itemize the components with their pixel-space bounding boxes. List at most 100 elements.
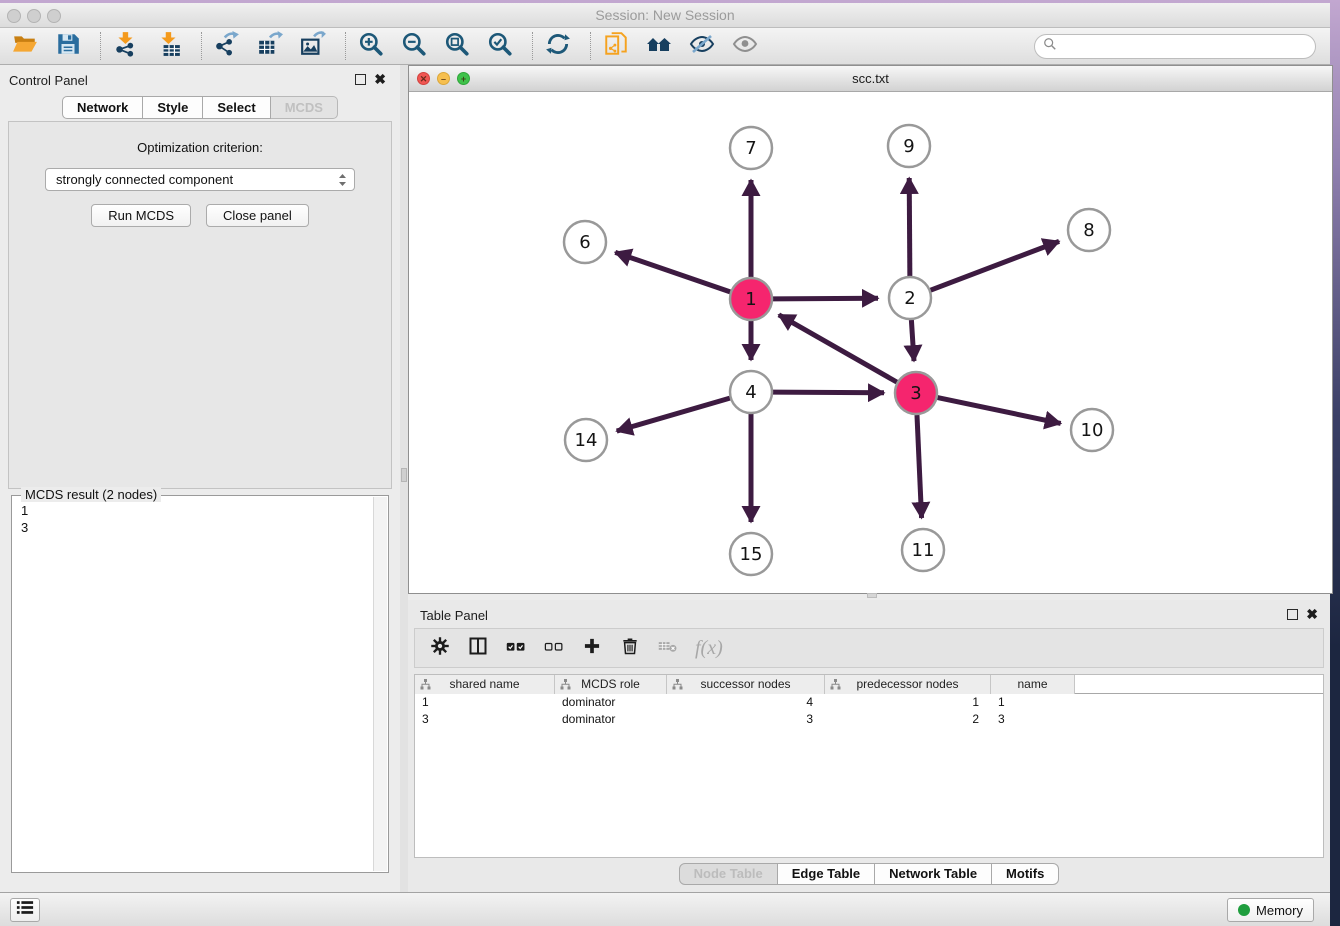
node-label: 9 [903, 136, 914, 157]
result-scrollbar[interactable] [373, 497, 387, 871]
column-header-predecessor-nodes[interactable]: predecessor nodes [825, 675, 991, 694]
tab-motifs[interactable]: Motifs [992, 863, 1059, 885]
node-label: 6 [579, 232, 590, 253]
tab-network-table[interactable]: Network Table [875, 863, 992, 885]
network-canvas[interactable]: 7 9 6 8 1 2 4 3 14 10 15 11 [409, 92, 1332, 594]
table-cell[interactable]: dominator [555, 711, 667, 728]
table-cell[interactable]: 3 [667, 711, 825, 728]
open-session-button[interactable] [10, 31, 40, 61]
export-image-button[interactable] [298, 31, 328, 61]
table-cell[interactable]: 1 [825, 694, 991, 711]
zoom-in-button[interactable] [356, 31, 386, 61]
zoom-fit-icon [444, 31, 470, 62]
zoom-selected-button[interactable] [485, 31, 515, 61]
float-panel-icon[interactable] [1287, 609, 1298, 620]
import-network-button[interactable] [111, 31, 141, 61]
graph-node-14[interactable]: 14 [565, 419, 607, 461]
close-panel-button[interactable]: Close panel [206, 204, 309, 227]
edge-2-8[interactable] [931, 241, 1060, 290]
search-box[interactable] [1034, 34, 1316, 59]
float-panel-icon[interactable] [355, 74, 366, 85]
task-history-button[interactable] [10, 898, 40, 922]
network-splitter-handle[interactable] [867, 593, 877, 598]
graph-node-7[interactable]: 7 [730, 127, 772, 169]
memory-button[interactable]: Memory [1227, 898, 1314, 922]
graph-node-3[interactable]: 3 [895, 372, 937, 414]
clone-network-button[interactable] [601, 31, 631, 61]
table-cell[interactable]: dominator [555, 694, 667, 711]
deselect-all-button[interactable] [541, 635, 567, 661]
import-table-icon [156, 31, 182, 62]
table-settings-button[interactable] [427, 635, 453, 661]
column-header-successor-nodes[interactable]: successor nodes [667, 675, 825, 694]
save-session-button[interactable] [53, 31, 83, 61]
tab-node-table[interactable]: Node Table [679, 863, 778, 885]
edge-2-3[interactable] [911, 320, 914, 361]
table-row[interactable]: 1dominator411 [415, 694, 1323, 711]
node-label: 8 [1083, 220, 1094, 241]
network-titlebar: ✕ – + scc.txt [409, 66, 1332, 92]
graph-node-9[interactable]: 9 [888, 125, 930, 167]
apply-layout-button[interactable] [543, 31, 573, 61]
run-mcds-button[interactable]: Run MCDS [91, 204, 191, 227]
hierarchy-icon [672, 679, 683, 690]
criterion-select[interactable]: strongly connected component [45, 168, 355, 191]
zoom-fit-button[interactable] [442, 31, 472, 61]
graph-node-4[interactable]: 4 [730, 371, 772, 413]
tab-mcds[interactable]: MCDS [271, 96, 338, 119]
vertical-splitter[interactable] [400, 65, 408, 893]
hide-details-button[interactable] [687, 31, 717, 61]
tab-style[interactable]: Style [143, 96, 203, 119]
export-network-button[interactable] [212, 31, 242, 61]
table-cell[interactable]: 3 [991, 711, 1075, 728]
search-input[interactable] [1062, 39, 1292, 54]
graph-node-6[interactable]: 6 [564, 221, 606, 263]
toolbar-separator [345, 32, 346, 60]
table-cell[interactable]: 4 [667, 694, 825, 711]
tab-network[interactable]: Network [62, 96, 143, 119]
export-table-button[interactable] [255, 31, 285, 61]
table-panel-title: Table Panel [420, 608, 488, 623]
edge-1-2[interactable] [773, 298, 878, 299]
graph-node-11[interactable]: 11 [902, 529, 944, 571]
graph-node-8[interactable]: 8 [1068, 209, 1110, 251]
graph-node-1[interactable]: 1 [730, 278, 772, 320]
close-panel-icon[interactable]: ✖ [374, 71, 386, 88]
tab-edge-table[interactable]: Edge Table [778, 863, 875, 885]
edge-4-14[interactable] [617, 398, 730, 431]
column-header-name[interactable]: name [991, 675, 1075, 694]
eye-icon [732, 31, 758, 62]
show-column-panel-button[interactable] [465, 635, 491, 661]
application: Session: New Session [0, 0, 1340, 926]
close-panel-icon[interactable]: ✖ [1306, 606, 1318, 623]
create-column-button[interactable] [579, 635, 605, 661]
home-views-button[interactable] [644, 31, 674, 61]
zoom-out-button[interactable] [399, 31, 429, 61]
select-all-button[interactable] [503, 635, 529, 661]
edge-4-3[interactable] [773, 392, 884, 393]
table-cell[interactable]: 1 [991, 694, 1075, 711]
graph-node-2[interactable]: 2 [889, 277, 931, 319]
column-header-shared-name[interactable]: shared name [415, 675, 555, 694]
edge-1-6[interactable] [615, 252, 730, 291]
tab-select[interactable]: Select [203, 96, 270, 119]
graph-node-10[interactable]: 10 [1071, 409, 1113, 451]
table-row[interactable]: 3dominator323 [415, 711, 1323, 728]
table-cell[interactable]: 3 [415, 711, 555, 728]
function-builder-button[interactable]: f(x) [693, 635, 723, 661]
delete-table-button[interactable] [655, 635, 681, 661]
import-network-icon [113, 31, 139, 62]
edge-3-1[interactable] [779, 315, 897, 382]
edge-3-10[interactable] [938, 398, 1061, 424]
edge-2-9[interactable] [909, 178, 910, 276]
column-header-MCDS-role[interactable]: MCDS role [555, 675, 667, 694]
table-cell[interactable]: 2 [825, 711, 991, 728]
table-cell[interactable]: 1 [415, 694, 555, 711]
splitter-handle[interactable] [401, 468, 407, 482]
delete-column-button[interactable] [617, 635, 643, 661]
toolbar-separator [532, 32, 533, 60]
graph-node-15[interactable]: 15 [730, 533, 772, 575]
import-table-button[interactable] [154, 31, 184, 61]
edge-3-11[interactable] [917, 415, 922, 518]
show-details-button[interactable] [730, 31, 760, 61]
